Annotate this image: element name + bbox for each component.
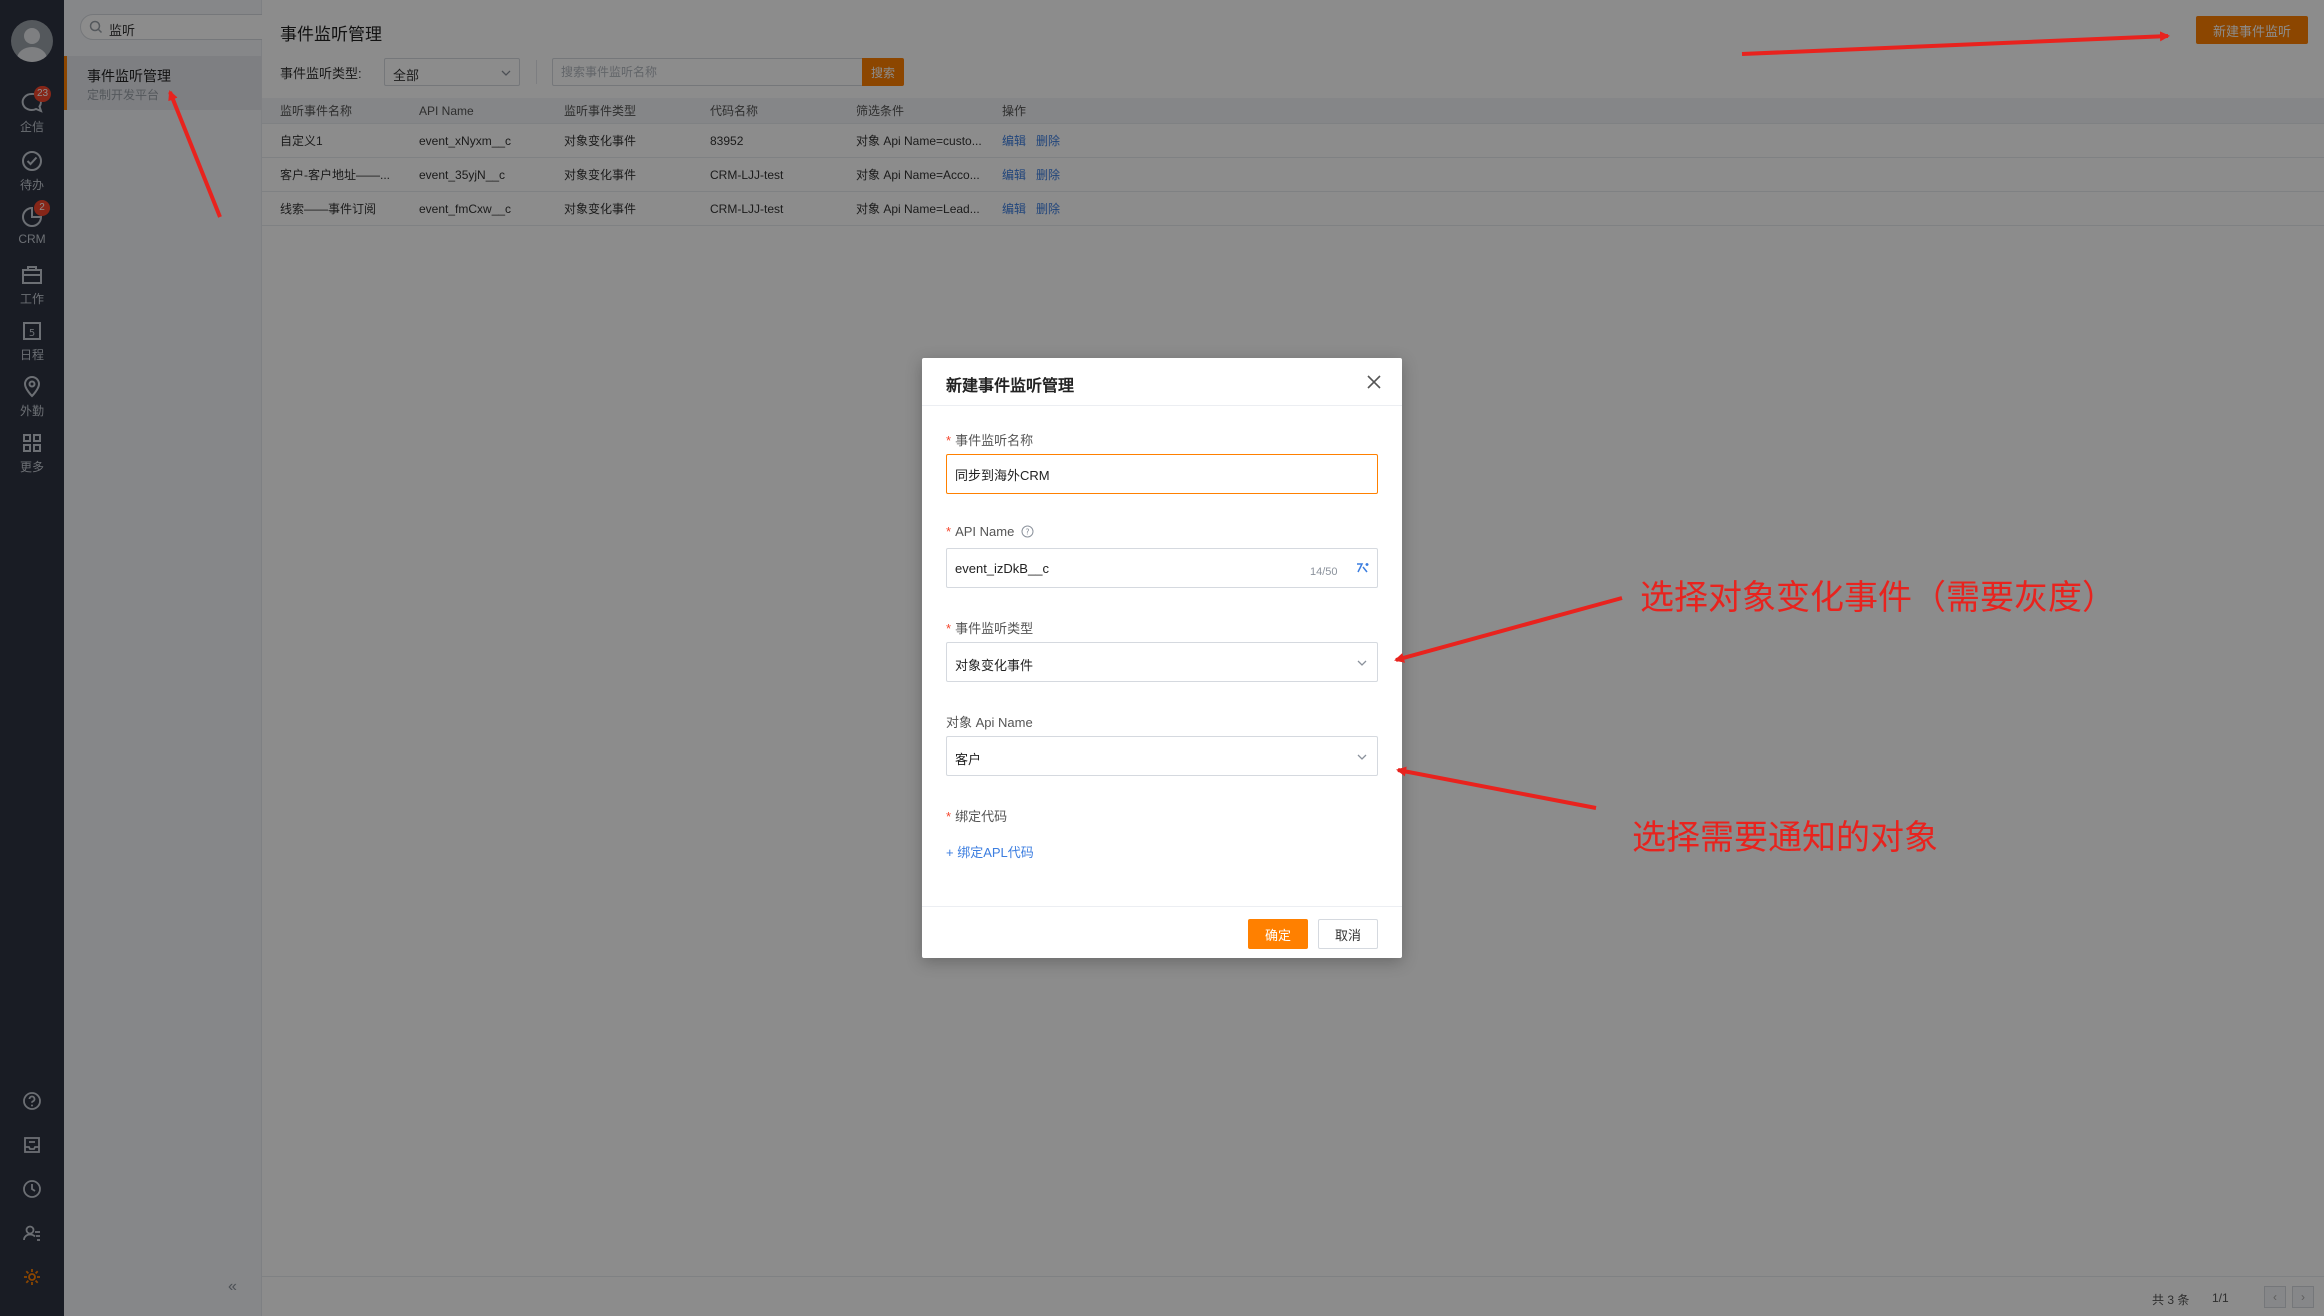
name-label: * 事件监听名称 — [946, 433, 1034, 448]
object-api-select[interactable]: 客户 — [946, 736, 1378, 776]
event-type-select[interactable]: 对象变化事件 — [946, 642, 1378, 682]
confirm-button[interactable]: 确定 — [1248, 919, 1308, 949]
event-type-value: 对象变化事件 — [955, 658, 1034, 673]
name-label-text: 事件监听名称 — [955, 433, 1034, 448]
api-name-label-text: API Name — [955, 524, 1015, 539]
plus-icon: + — [946, 845, 958, 860]
new-event-listener-dialog: 新建事件监听管理 *事件监听名称 *API Name ? 14/50 *事件监听… — [922, 358, 1402, 958]
object-label: 对象 Api Name — [946, 715, 1033, 730]
svg-text:?: ? — [1025, 528, 1029, 537]
code-label: * 绑定代码 — [946, 809, 1008, 824]
annotation-type-note: 选择对象变化事件（需要灰度） — [1640, 579, 2116, 617]
type-label-text: 事件监听类型 — [955, 621, 1034, 636]
object-api-value: 客户 — [955, 752, 982, 767]
bind-apl-code-link[interactable]: + 绑定APL代码 — [946, 842, 1034, 861]
dialog-title: 新建事件监听管理 — [946, 378, 1075, 395]
chevron-down-icon — [1357, 754, 1367, 760]
dialog-header: 新建事件监听管理 — [922, 358, 1402, 406]
chevron-down-icon — [1357, 660, 1367, 666]
auto-generate-icon[interactable] — [1354, 560, 1370, 576]
bind-apl-code-text: 绑定APL代码 — [957, 845, 1034, 860]
code-label-text: 绑定代码 — [955, 809, 1008, 824]
event-name-input[interactable] — [946, 454, 1378, 494]
api-name-label: * API Name ? — [946, 524, 1034, 539]
api-name-counter: 14/50 — [1310, 566, 1338, 578]
help-icon[interactable]: ? — [1021, 525, 1034, 538]
close-icon[interactable] — [1366, 374, 1382, 390]
type-label: * 事件监听类型 — [946, 621, 1034, 636]
annotation-object-note: 选择需要通知的对象 — [1632, 819, 1938, 857]
cancel-button[interactable]: 取消 — [1318, 919, 1378, 949]
dialog-footer: 确定 取消 — [922, 906, 1402, 958]
